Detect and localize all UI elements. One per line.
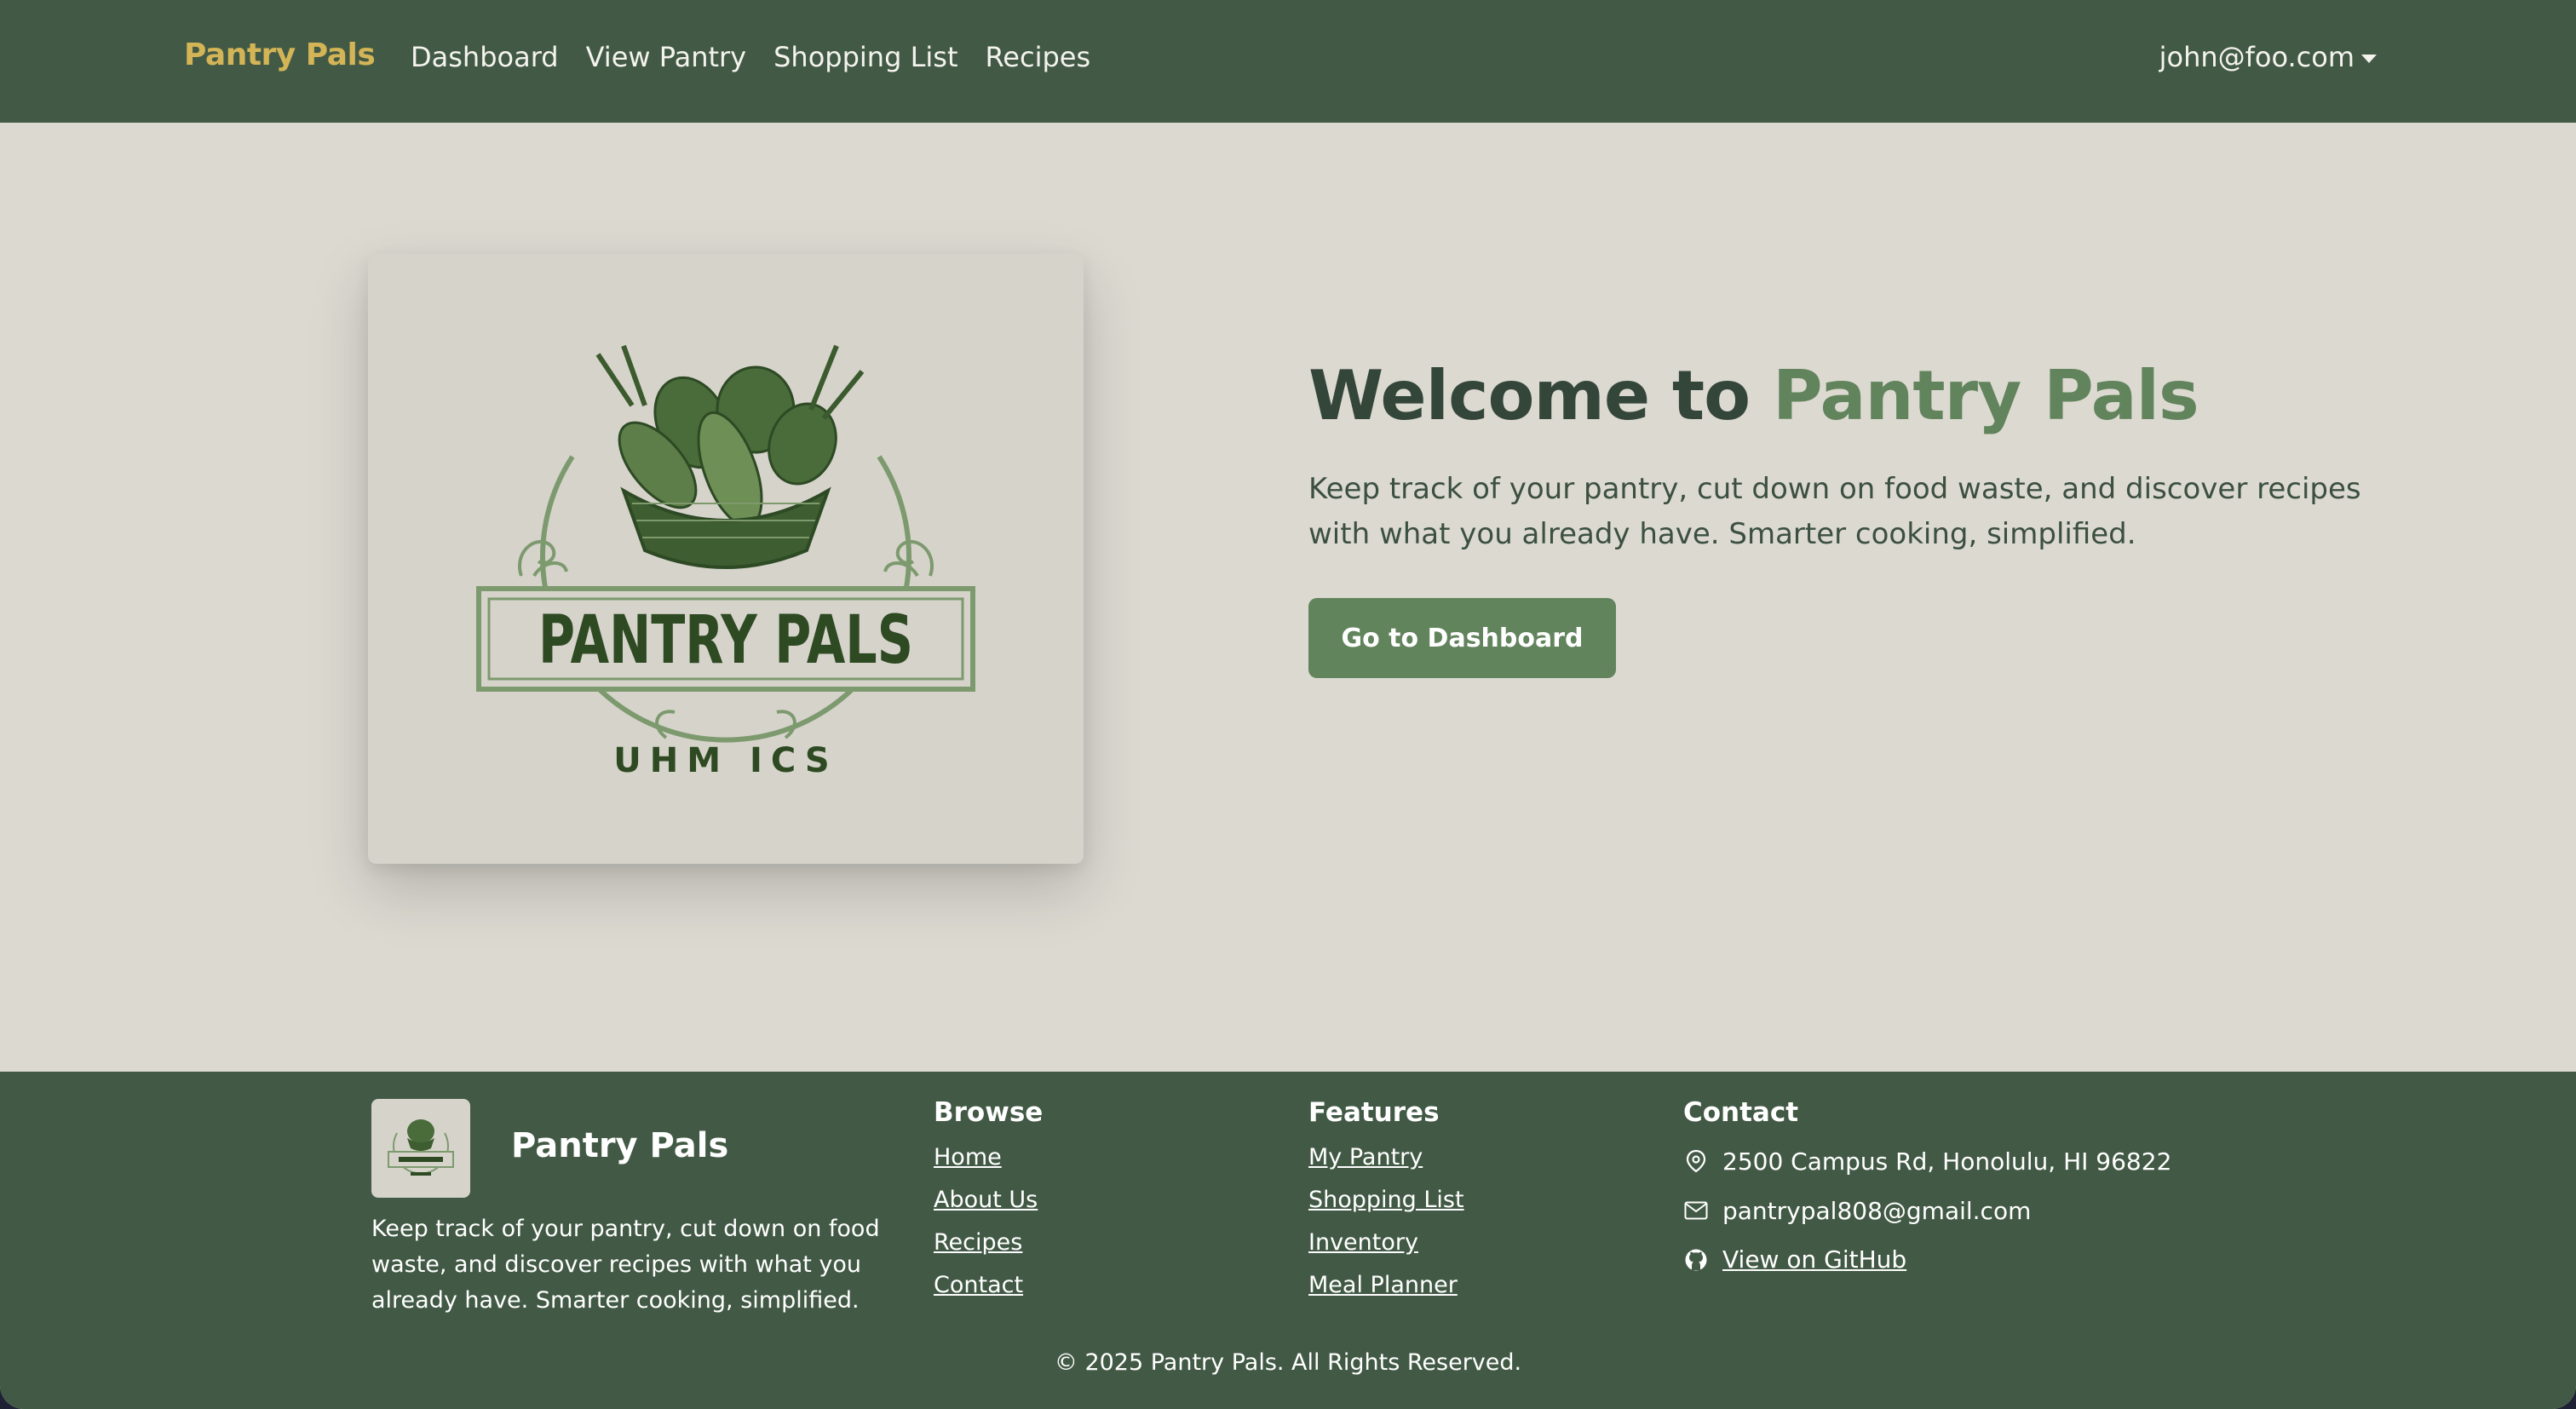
navbar-brand[interactable]: Pantry Pals — [184, 37, 376, 72]
footer-link-recipes[interactable]: Recipes — [934, 1222, 1043, 1264]
footer-copyright: © 2025 Pantry Pals. All Rights Reserved. — [1054, 1349, 1522, 1376]
nav-link-view-pantry[interactable]: View Pantry — [586, 41, 747, 73]
footer-link-home[interactable]: Home — [934, 1136, 1043, 1179]
hero-title-prefix: Welcome to — [1308, 356, 1773, 435]
contact-address: 2500 Campus Rd, Honolulu, HI 96822 — [1722, 1147, 2172, 1176]
footer-features-column: Features My Pantry Shopping List Invento… — [1308, 1097, 1464, 1307]
contact-email: pantrypal808@gmail.com — [1722, 1196, 2032, 1225]
contact-email-row: pantrypal808@gmail.com — [1683, 1186, 2171, 1235]
user-email: john@foo.com — [2159, 41, 2355, 73]
footer-features-heading: Features — [1308, 1097, 1440, 1128]
contact-github-row: View on GitHub — [1683, 1235, 2171, 1285]
footer-logo-image — [388, 1119, 454, 1176]
footer-link-contact[interactable]: Contact — [934, 1264, 1043, 1307]
nav-links: Dashboard View Pantry Shopping List Reci… — [411, 41, 1090, 73]
nav-link-dashboard[interactable]: Dashboard — [411, 41, 559, 73]
footer: Pantry Pals Keep track of your pantry, c… — [0, 1072, 2576, 1409]
footer-browse-heading: Browse — [934, 1097, 1044, 1128]
logo-image-title: PANTRY PALS — [538, 602, 913, 679]
github-icon — [1683, 1247, 1709, 1273]
go-to-dashboard-button[interactable]: Go to Dashboard — [1308, 598, 1616, 678]
hero-title: Welcome to Pantry Pals — [1308, 356, 2199, 435]
footer-link-my-pantry[interactable]: My Pantry — [1308, 1136, 1464, 1179]
footer-description: Keep track of your pantry, cut down on f… — [371, 1216, 880, 1314]
nav-link-shopping-list[interactable]: Shopping List — [773, 41, 957, 73]
caret-down-icon — [2361, 55, 2377, 63]
nav-link-recipes[interactable]: Recipes — [986, 41, 1091, 73]
hero-subtitle: Keep track of your pantry, cut down on f… — [1308, 472, 2361, 551]
footer-brand-name: Pantry Pals — [511, 1126, 729, 1165]
footer-link-shopping-list[interactable]: Shopping List — [1308, 1179, 1464, 1222]
pantry-pals-logo-image: PANTRY PALS UHM ICS — [476, 344, 975, 780]
navbar: Pantry Pals Dashboard View Pantry Shoppi… — [0, 0, 2576, 123]
footer-link-meal-planner[interactable]: Meal Planner — [1308, 1264, 1464, 1307]
footer-browse-column: Browse Home About Us Recipes Contact — [934, 1097, 1043, 1307]
hero-title-accent: Pantry Pals — [1772, 356, 2199, 435]
footer-contact-heading: Contact — [1683, 1097, 1799, 1128]
footer-link-about-us[interactable]: About Us — [934, 1179, 1043, 1222]
map-pin-icon — [1683, 1148, 1709, 1174]
contact-address-row: 2500 Campus Rd, Honolulu, HI 96822 — [1683, 1136, 2171, 1186]
envelope-icon — [1683, 1198, 1709, 1223]
view-on-github-link[interactable]: View on GitHub — [1722, 1235, 1906, 1285]
logo-image-subtitle: UHM ICS — [613, 741, 837, 780]
footer-link-inventory[interactable]: Inventory — [1308, 1222, 1464, 1264]
footer-logo — [371, 1099, 470, 1198]
footer-contact-column: Contact 2500 Campus Rd, Honolulu, HI 968… — [1683, 1097, 2171, 1285]
page: Pantry Pals Dashboard View Pantry Shoppi… — [0, 0, 2576, 1409]
hero-logo-card: PANTRY PALS UHM ICS — [368, 254, 1084, 864]
user-menu-dropdown[interactable]: john@foo.com — [2159, 41, 2377, 73]
